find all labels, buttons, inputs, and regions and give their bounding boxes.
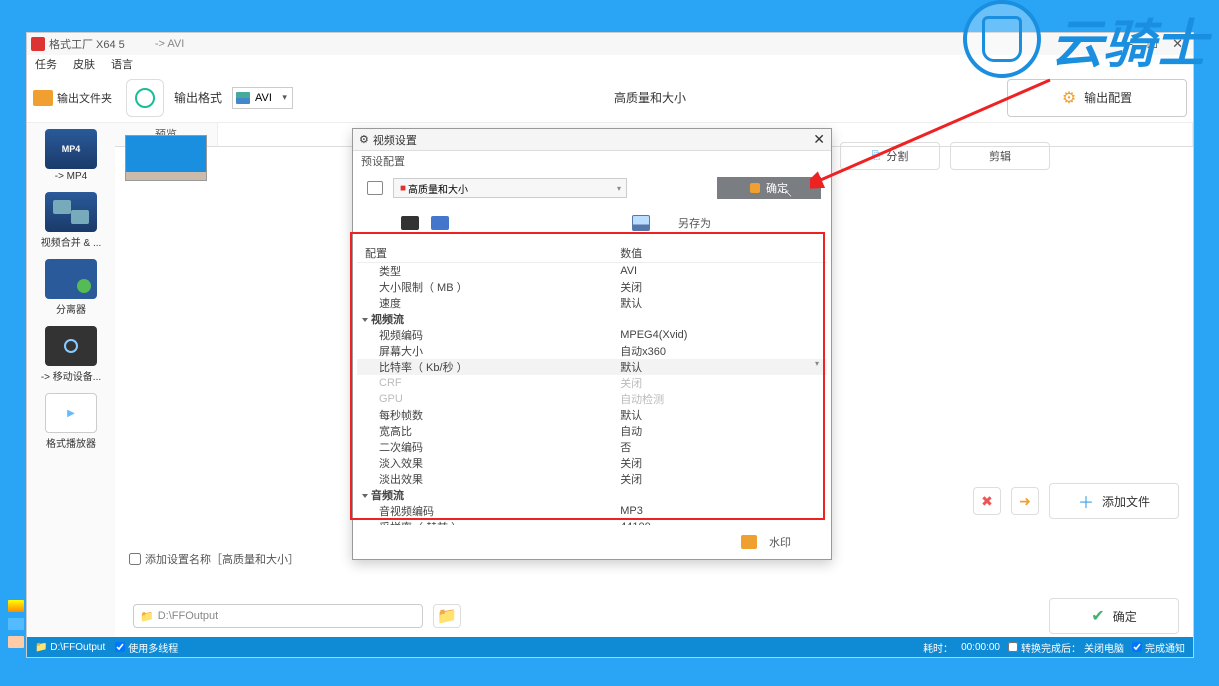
minimize-icon[interactable]: — (1119, 36, 1132, 52)
table-row[interactable]: 二次编码否 (357, 439, 827, 455)
table-row[interactable]: 速度默认 (357, 295, 827, 311)
table-row[interactable]: 屏幕大小自动x360 (357, 343, 827, 359)
dialog-close-button[interactable]: ✕ (813, 131, 825, 148)
sidebar: -> MP4 视频合并 & ... 分离器 -> 移动设备... 格式播放器 (27, 123, 115, 637)
menubar: 任务 皮肤 语言 (27, 55, 1193, 73)
watermark-icon (741, 535, 757, 549)
time-label: 耗时： (923, 640, 953, 655)
player-icon (45, 393, 97, 433)
folder-icon: 📁 (437, 606, 457, 626)
multithread-checkbox[interactable]: 使用多线程 (115, 640, 178, 655)
sidebar-item-splitter[interactable]: 分离器 (38, 257, 104, 318)
table-row[interactable]: CRF关闭 (357, 375, 827, 391)
sidebar-item-merge[interactable]: 视频合并 & ... (38, 190, 104, 251)
clip-button[interactable]: 剪辑 (950, 142, 1050, 170)
preset-icon (367, 181, 383, 195)
dialog-titlebar: ⚙ 视频设置 ✕ (353, 129, 831, 151)
folder-icon: 📁 (140, 610, 154, 623)
sidebar-item-mobile[interactable]: -> 移动设备... (38, 324, 104, 385)
table-row[interactable]: 淡入效果关闭 (357, 455, 827, 471)
window-title: 格式工厂 X64 5 (49, 36, 125, 52)
dialog-ok-button[interactable]: 确定↖ (717, 177, 821, 199)
check-icon: ✔ (1091, 606, 1104, 626)
settings-table: 配置 数值 类型AVI大小限制（ MB ）关闭速度默认视频流视频编码MPEG4(… (357, 243, 827, 525)
status-path: 📁 D:\FFOutput (35, 642, 105, 653)
mp4-icon (45, 129, 97, 169)
time-value: 00:00:00 (961, 642, 1000, 653)
statusbar: 📁 D:\FFOutput 使用多线程 耗时： 00:00:00 转换完成后：关闭… (27, 637, 1193, 657)
preset-label: 预设配置 (353, 151, 831, 173)
output-folder-button[interactable]: 输出文件夹 (33, 90, 112, 106)
output-config-button[interactable]: ⚙ 输出配置 (1007, 79, 1187, 117)
quality-label: 高质量和大小 (303, 89, 997, 106)
maximize-icon[interactable]: ☐ (1146, 36, 1158, 52)
table-row[interactable]: 淡出效果关闭 (357, 471, 827, 487)
ok-button[interactable]: ✔确定 (1049, 598, 1179, 634)
plus-icon: ＋ (1078, 489, 1094, 513)
folder-icon (33, 90, 53, 106)
menu-lang[interactable]: 语言 (111, 56, 133, 72)
after-convert-checkbox[interactable]: 转换完成后：关闭电脑 (1008, 640, 1124, 655)
splitter-icon (45, 259, 97, 299)
menu-skin[interactable]: 皮肤 (73, 56, 95, 72)
table-row[interactable]: GPU自动检测 (357, 391, 827, 407)
mobile-icon (45, 326, 97, 366)
table-row[interactable]: 视频流 (357, 311, 827, 327)
app-logo-icon (31, 37, 45, 51)
table-row[interactable]: 大小限制（ MB ）关闭 (357, 279, 827, 295)
watermark-row[interactable]: 水印 (353, 525, 831, 559)
close-icon[interactable]: ✕ (1172, 36, 1183, 52)
sidebar-item-player[interactable]: 格式播放器 (38, 391, 104, 452)
gear-icon: ⚙ (1062, 88, 1076, 108)
sidebar-item-mp4[interactable]: -> MP4 (38, 127, 104, 184)
toolbar: 输出文件夹 输出格式 AVI 高质量和大小 ⚙ 输出配置 (27, 73, 1193, 123)
format-select[interactable]: AVI (232, 87, 293, 109)
preset-select[interactable]: ■高质量和大小 (393, 178, 627, 198)
saveas-label[interactable]: 另存为 (678, 215, 711, 231)
output-folder-label: 输出文件夹 (57, 90, 112, 106)
table-row[interactable]: 比特率（ Kb/秒 ）默认 (357, 359, 827, 375)
export-button[interactable]: ➜ (1011, 487, 1039, 515)
menu-task[interactable]: 任务 (35, 56, 57, 72)
table-row[interactable]: 视频编码MPEG4(Xvid) (357, 327, 827, 343)
breadcrumb: -> AVI (155, 38, 184, 50)
dialog-icon: ⚙ (359, 133, 369, 146)
browse-folder-button[interactable]: 📁 (433, 604, 461, 628)
dialog-title: 视频设置 (373, 132, 417, 148)
save-icon[interactable] (632, 215, 650, 231)
path-row: 📁D:\FFOutput 📁 ✔确定 (115, 595, 1193, 637)
notify-checkbox[interactable]: 完成通知 (1132, 640, 1185, 655)
add-file-button[interactable]: ＋添加文件 (1049, 483, 1179, 519)
output-path-input[interactable]: 📁D:\FFOutput (133, 604, 423, 628)
table-row[interactable]: 宽高比自动 (357, 423, 827, 439)
help-icon[interactable] (431, 216, 449, 230)
preview-thumbnail[interactable] (125, 135, 207, 181)
titlebar: 格式工厂 X64 5 -> AVI — ☐ ✕ (27, 33, 1193, 55)
split-button[interactable]: ⎘分割 (840, 142, 940, 170)
cursor-icon: ↖ (784, 187, 793, 200)
merge-icon (45, 192, 97, 232)
table-row[interactable]: 音频流 (357, 487, 827, 503)
output-format-label: 输出格式 (174, 89, 222, 106)
split-icon: ⎘ (872, 150, 881, 163)
table-header: 配置 数值 (357, 243, 827, 263)
remove-button[interactable]: ✖ (973, 487, 1001, 515)
table-row[interactable]: 音视频编码MP3 (357, 503, 827, 519)
table-row[interactable]: 每秒帧数默认 (357, 407, 827, 423)
cmd-icon[interactable] (401, 216, 419, 230)
gear-icon (135, 88, 155, 108)
format-icon-button[interactable] (126, 79, 164, 117)
video-settings-dialog: ⚙ 视频设置 ✕ 预设配置 ■高质量和大小 确定↖ 另存为 配置 数值 类型AV… (352, 128, 832, 560)
desktop-taskbar-icons (8, 600, 24, 648)
table-row[interactable]: 类型AVI (357, 263, 827, 279)
add-name-checkbox[interactable]: 添加设置名称［高质量和大小］ (129, 551, 299, 567)
